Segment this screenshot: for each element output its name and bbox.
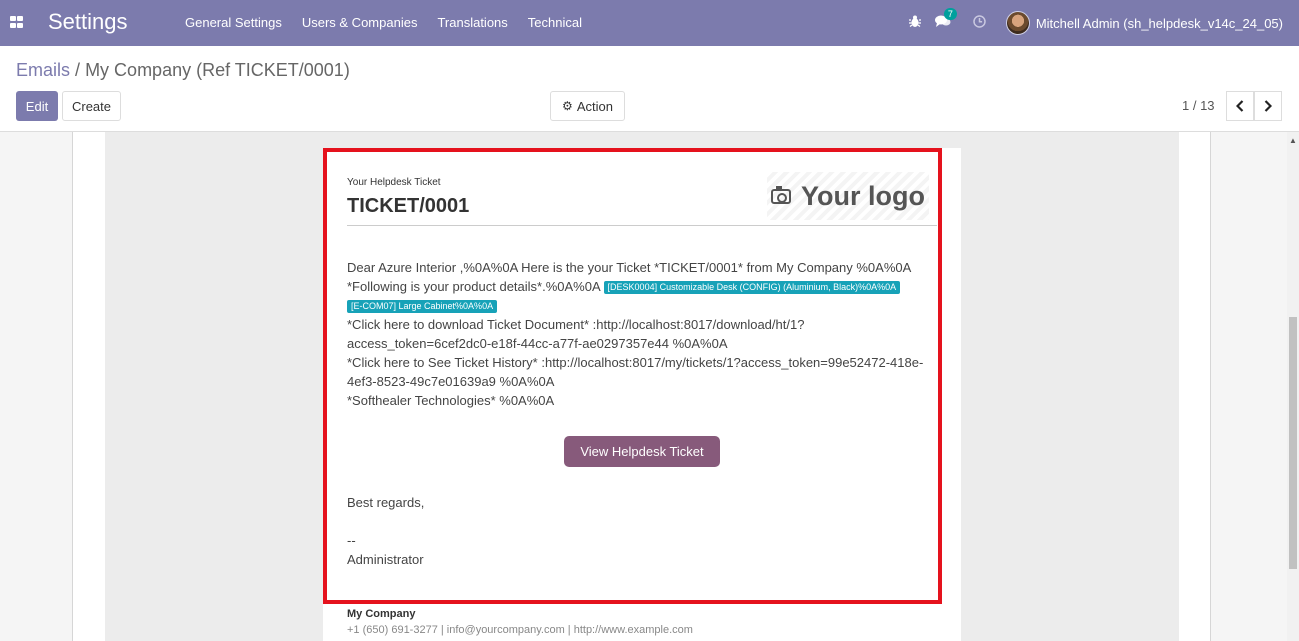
product-tag-cabinet: [E-COM07] Large Cabinet%0A%0A (347, 300, 498, 314)
menu-translations[interactable]: Translations (437, 15, 507, 30)
form-sheet: Your Helpdesk Ticket TICKET/0001 Your lo… (72, 132, 1211, 641)
gear-icon: ⚙ (562, 99, 573, 113)
pager-next-button[interactable] (1254, 91, 1282, 121)
footer-contact-info: +1 (650) 691-3277 | info@yourcompany.com… (347, 624, 693, 636)
chevron-right-icon (1264, 100, 1272, 112)
email-line-greeting: Dear Azure Interior ,%0A%0A Here is the … (347, 260, 912, 275)
company-logo: Your logo (767, 172, 929, 220)
user-avatar[interactable] (1005, 11, 1030, 35)
email-body-preview: Your Helpdesk Ticket TICKET/0001 Your lo… (323, 148, 961, 641)
scrollbar-thumb[interactable] (1289, 317, 1297, 569)
menu-technical[interactable]: Technical (528, 15, 582, 30)
email-regards: Best regards, (347, 495, 425, 510)
user-menu[interactable]: Mitchell Admin (sh_helpdesk_v14c_24_05) (1036, 16, 1283, 31)
create-button[interactable]: Create (62, 91, 121, 121)
email-message: Dear Azure Interior ,%0A%0A Here is the … (347, 258, 937, 410)
breadcrumb-emails-link[interactable]: Emails (16, 60, 70, 80)
email-divider (347, 225, 937, 226)
pager-value[interactable]: 1 / 13 (1182, 98, 1215, 113)
email-line-company: *Softhealer Technologies* %0A%0A (347, 393, 555, 408)
email-line-history: *Click here to See Ticket History* :http… (347, 355, 924, 389)
action-label: Action (576, 98, 613, 114)
action-button[interactable]: ⚙ Action (550, 91, 625, 121)
apps-menu-icon[interactable] (10, 16, 23, 28)
vertical-scrollbar[interactable]: ▲ (1287, 132, 1299, 641)
control-panel: Emails / My Company (Ref TICKET/0001) Ed… (0, 46, 1299, 132)
footer-company-name: My Company (347, 608, 416, 620)
view-helpdesk-ticket-button[interactable]: View Helpdesk Ticket (564, 436, 720, 467)
systray: 7 Mitchell Admin (sh_helpdesk_v14c_24_05… (908, 0, 1299, 46)
email-subtitle: Your Helpdesk Ticket (347, 177, 441, 188)
scroll-up-arrow-icon[interactable]: ▲ (1289, 136, 1297, 145)
email-preview-background: Your Helpdesk Ticket TICKET/0001 Your lo… (105, 132, 1179, 641)
camera-icon (771, 185, 791, 204)
breadcrumb: Emails / My Company (Ref TICKET/0001) (16, 60, 350, 81)
email-line-products-text: *Following is your product details*.%0A%… (347, 279, 600, 294)
breadcrumb-separator: / (75, 60, 81, 80)
chevron-left-icon (1236, 100, 1244, 112)
email-ticket-number: TICKET/0001 (347, 195, 470, 217)
messages-icon[interactable]: 7 (934, 8, 957, 31)
form-view: Your Helpdesk Ticket TICKET/0001 Your lo… (0, 132, 1287, 641)
email-line-products: *Following is your product details*.%0A%… (347, 277, 937, 296)
menu-general-settings[interactable]: General Settings (185, 15, 282, 30)
breadcrumb-current: My Company (Ref TICKET/0001) (85, 60, 350, 80)
top-navbar: Settings General Settings Users & Compan… (0, 0, 1299, 46)
email-line-download: *Click here to download Ticket Document*… (347, 317, 805, 351)
product-tag-desk: [DESK0004] Customizable Desk (CONFIG) (A… (603, 281, 901, 295)
bug-icon[interactable] (908, 15, 921, 31)
email-signature-separator: -- (347, 533, 356, 548)
email-line-tag-row: [E-COM07] Large Cabinet%0A%0A (347, 296, 937, 315)
main-menu: General Settings Users & Companies Trans… (185, 15, 602, 30)
activity-clock-icon[interactable] (973, 15, 986, 31)
edit-button[interactable]: Edit (16, 91, 58, 121)
logo-text: Your logo (801, 180, 925, 211)
messages-count-badge: 7 (943, 8, 957, 20)
pager-previous-button[interactable] (1226, 91, 1254, 121)
email-signature: Administrator (347, 552, 424, 567)
app-title[interactable]: Settings (48, 9, 128, 35)
menu-users-companies[interactable]: Users & Companies (302, 15, 418, 30)
